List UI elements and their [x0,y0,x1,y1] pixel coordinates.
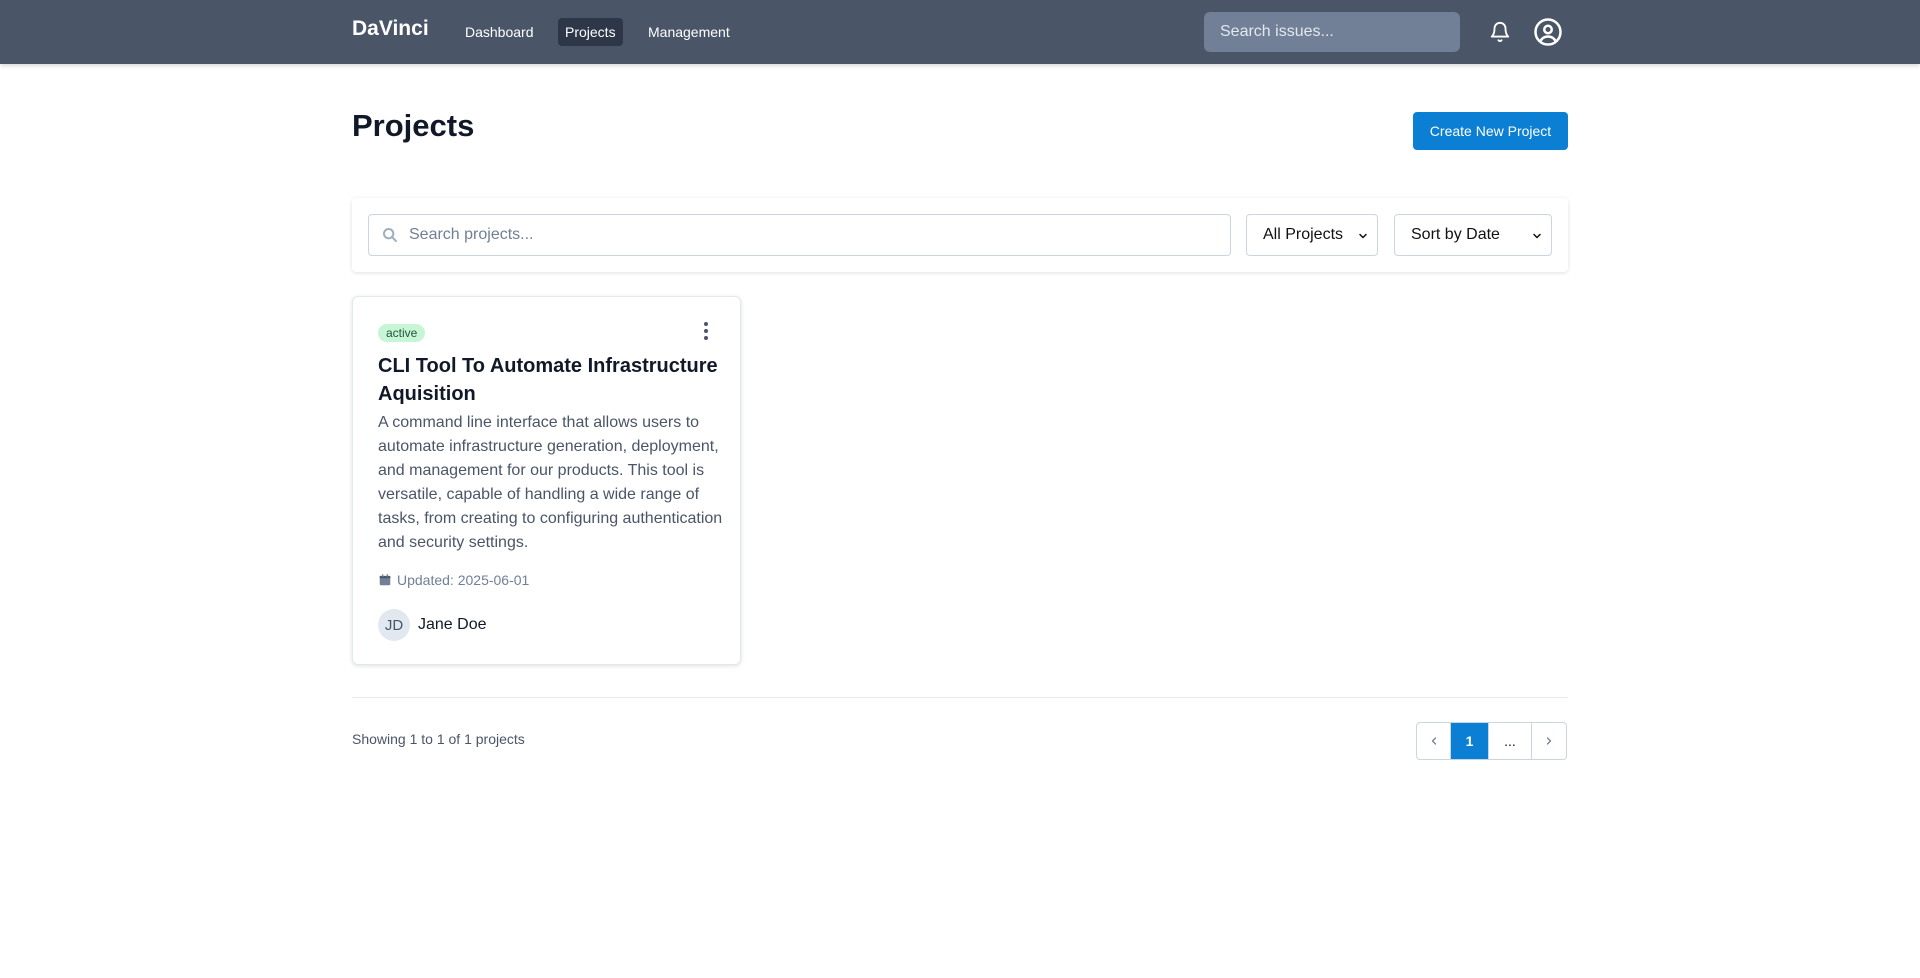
page-title: Projects [352,108,475,143]
pagination: 1 ... [1416,722,1567,760]
search-icon [383,228,397,242]
project-description: A command line interface that allows use… [378,414,723,551]
nav-link-projects[interactable]: Projects [558,18,623,46]
owner-name: Jane Doe [418,616,487,633]
project-scope-value: All Projects [1263,226,1344,243]
project-card[interactable]: active CLI Tool To Automate Infrastructu… [352,296,741,665]
chevron-down-icon [1533,233,1541,239]
search-issues-input[interactable] [1204,12,1460,52]
chevron-down-icon [1359,233,1367,239]
chevron-left-icon [1431,737,1436,745]
user-circle-icon[interactable] [1532,16,1564,48]
updated-date: Updated: 2025-06-01 [378,572,529,588]
brand-logo[interactable]: DaVinci [352,17,429,41]
create-new-project-button[interactable]: Create New Project [1413,112,1568,150]
filter-bar: All Projects Sort by Date [352,198,1568,272]
project-scope-select[interactable]: All Projects [1246,214,1378,256]
more-options-icon[interactable] [700,320,712,342]
page-ellipsis[interactable]: ... [1489,723,1532,759]
project-title[interactable]: CLI Tool To Automate Infrastructure Aqui… [378,352,723,408]
sort-select[interactable]: Sort by Date [1394,214,1552,256]
page-button-1[interactable]: 1 [1451,723,1489,759]
updated-text: Updated: 2025-06-01 [397,572,530,588]
search-projects-input[interactable] [409,215,1219,255]
search-projects-field[interactable] [368,214,1231,256]
pagination-summary: Showing 1 to 1 of 1 projects [352,731,525,747]
nav-link-dashboard[interactable]: Dashboard [458,18,541,46]
prev-page-button[interactable] [1417,723,1451,759]
top-navbar: DaVinci Dashboard Projects Management [0,0,1920,64]
status-badge: active [378,324,426,342]
sort-value: Sort by Date [1411,226,1500,243]
avatar: JD [378,609,410,641]
nav-link-management[interactable]: Management [641,18,737,46]
divider [352,697,1568,698]
calendar-icon [379,574,391,586]
chevron-right-icon [1546,737,1552,745]
bell-icon[interactable] [1484,16,1516,48]
project-owner: JD Jane Doe [378,609,487,641]
next-page-button[interactable] [1532,723,1566,759]
